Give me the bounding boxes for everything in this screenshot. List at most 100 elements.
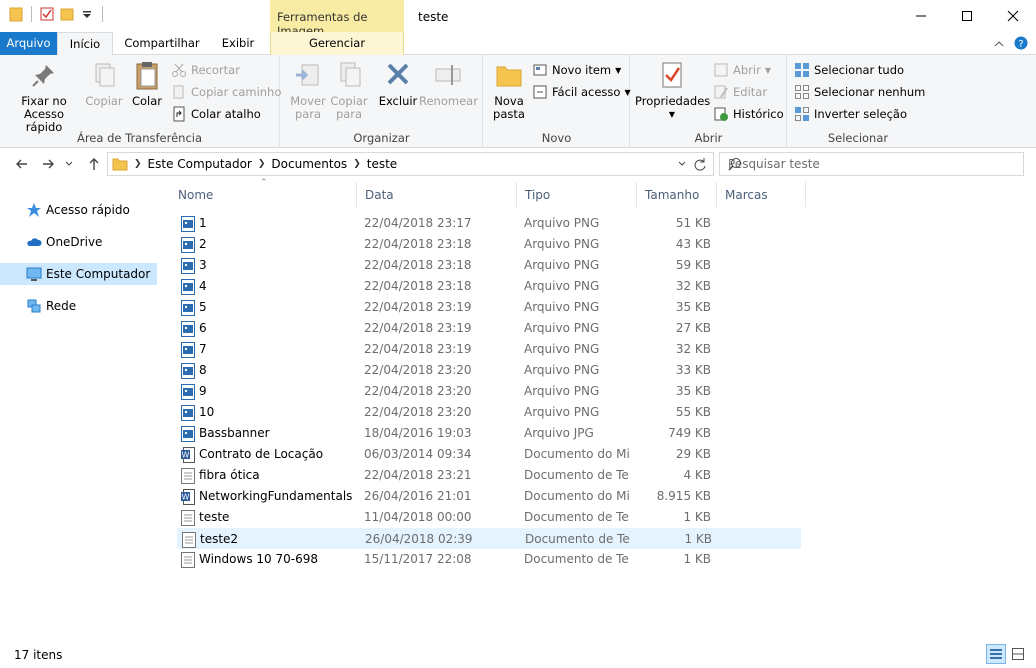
ribbon: Fixar no Acesso rápido Copiar Colar Reco… xyxy=(0,55,1036,148)
move-to-button[interactable]: Mover para xyxy=(286,59,330,121)
back-button[interactable] xyxy=(12,154,32,174)
file-date: 26/04/2018 02:39 xyxy=(365,532,473,546)
table-row[interactable]: teste 11/04/2018 00:00 Documento de Te 1 KB xyxy=(177,507,801,528)
copy-path-button[interactable]: Copiar caminho xyxy=(171,82,281,102)
column-header-nome[interactable]: ⌃ Nome xyxy=(170,178,357,207)
table-row[interactable]: 8 22/04/2018 23:20 Arquivo PNG 33 KB xyxy=(177,360,801,381)
nav-item-acesso-rapido[interactable]: Acesso rápido xyxy=(0,199,157,221)
forward-button[interactable] xyxy=(38,154,58,174)
table-row[interactable]: 4 22/04/2018 23:18 Arquivo PNG 32 KB xyxy=(177,276,801,297)
copy-to-icon xyxy=(333,59,365,91)
cut-button[interactable]: Recortar xyxy=(171,60,240,80)
properties-icon xyxy=(656,59,688,91)
file-date: 22/04/2018 23:20 xyxy=(364,384,472,398)
column-header-data[interactable]: Data xyxy=(357,182,517,207)
column-header-label: Data xyxy=(365,188,394,202)
dropdown-arrow-icon: ▼ xyxy=(764,65,771,75)
paste-button[interactable]: Colar xyxy=(128,59,166,108)
breadcrumb-este-computador[interactable]: Este Computador xyxy=(148,157,252,171)
copy-button[interactable]: Copiar xyxy=(84,59,124,108)
address-bar[interactable]: ❯ Este Computador ❯ Documentos ❯ teste xyxy=(107,152,714,176)
up-button[interactable] xyxy=(84,154,104,174)
tab-exibir[interactable]: Exibir xyxy=(210,32,266,55)
edit-button[interactable]: Editar xyxy=(713,82,767,102)
file-name: Bassbanner xyxy=(199,426,270,440)
select-all-button[interactable]: Selecionar tudo xyxy=(794,60,904,80)
tab-compartilhar[interactable]: Compartilhar xyxy=(117,32,207,55)
image-file-icon xyxy=(181,363,195,379)
nav-item-este-computador[interactable]: Este Computador xyxy=(0,263,157,285)
table-row[interactable]: 7 22/04/2018 23:19 Arquivo PNG 32 KB xyxy=(177,339,801,360)
dropdown-arrow-icon: ▼ xyxy=(615,65,622,75)
recent-locations-button[interactable] xyxy=(62,154,76,174)
table-row[interactable]: 1 22/04/2018 23:17 Arquivo PNG 51 KB xyxy=(177,213,801,234)
file-type: Arquivo PNG xyxy=(524,300,600,314)
details-view-button[interactable] xyxy=(986,644,1006,664)
new-item-icon xyxy=(532,62,548,78)
tab-gerenciar[interactable]: Gerenciar xyxy=(270,32,404,55)
table-row[interactable]: teste2 26/04/2018 02:39 Documento de Te 1 K… xyxy=(177,528,801,549)
copy-path-icon xyxy=(171,84,187,100)
chevron-down-icon xyxy=(65,161,73,166)
maximize-button[interactable] xyxy=(944,0,990,32)
table-row[interactable]: W Contrato de Locação 06/03/2014 09:34 Docu… xyxy=(177,444,801,465)
new-folder-button[interactable]: Nova pasta xyxy=(489,59,529,121)
delete-button[interactable]: Excluir xyxy=(378,59,418,108)
tab-inicio[interactable]: Início xyxy=(57,32,113,56)
table-row[interactable]: fibra ótica 22/04/2018 23:21 Documento de … xyxy=(177,465,801,486)
file-size: 1 KB xyxy=(684,532,712,546)
invert-selection-button[interactable]: Inverter seleção xyxy=(794,104,907,124)
edit-label: Editar xyxy=(733,85,768,99)
rename-icon xyxy=(432,59,464,91)
properties-check-icon[interactable] xyxy=(39,6,55,22)
large-icons-view-button[interactable] xyxy=(1008,644,1028,664)
pin-quick-access-button[interactable]: Fixar no Acesso rápido xyxy=(6,59,82,134)
file-date: 22/04/2018 23:20 xyxy=(364,405,472,419)
column-header-tipo[interactable]: Tipo xyxy=(517,182,637,207)
properties-button[interactable]: Propriedades ▼ xyxy=(635,59,710,121)
breadcrumb-teste[interactable]: teste xyxy=(367,157,397,171)
collapse-ribbon-icon[interactable] xyxy=(994,38,1004,52)
file-date: 22/04/2018 23:17 xyxy=(364,216,472,230)
chevron-right-icon[interactable]: ❯ xyxy=(134,159,142,169)
table-row[interactable]: 2 22/04/2018 23:18 Arquivo PNG 43 KB xyxy=(177,234,801,255)
select-none-button[interactable]: Selecionar nenhum xyxy=(794,82,925,102)
table-row[interactable]: Windows 10 70-698 15/11/2017 22:08 Documen… xyxy=(177,549,801,570)
table-row[interactable]: W NetworkingFundamentals 26/04/2016 21:01 D… xyxy=(177,486,801,507)
search-input[interactable]: Pesquisar teste xyxy=(719,152,1024,176)
new-item-label: Novo item xyxy=(552,63,612,77)
minimize-button[interactable] xyxy=(898,0,944,32)
chevron-right-icon[interactable]: ❯ xyxy=(353,159,361,169)
file-date: 22/04/2018 23:21 xyxy=(364,468,472,482)
history-button[interactable]: Histórico xyxy=(713,104,784,124)
table-row[interactable]: 5 22/04/2018 23:19 Arquivo PNG 35 KB xyxy=(177,297,801,318)
copy-to-button[interactable]: Copiar para xyxy=(329,59,369,121)
scissors-icon xyxy=(171,62,187,78)
open-button[interactable]: Abrir ▼ xyxy=(713,60,771,80)
paste-shortcut-button[interactable]: Colar atalho xyxy=(171,104,261,124)
qat-dropdown-icon[interactable] xyxy=(79,6,95,22)
table-row[interactable]: 10 22/04/2018 23:20 Arquivo PNG 55 KB xyxy=(177,402,801,423)
chevron-right-icon[interactable]: ❯ xyxy=(258,159,266,169)
nav-item-onedrive[interactable]: OneDrive xyxy=(0,231,157,253)
navigation-pane: Acesso rápido OneDrive Este Computador R… xyxy=(0,182,170,642)
new-folder-icon[interactable] xyxy=(59,6,75,22)
close-button[interactable] xyxy=(990,0,1036,32)
table-row[interactable]: Bassbanner 18/04/2016 19:03 Arquivo JPG 749… xyxy=(177,423,801,444)
tab-arquivo[interactable]: Arquivo xyxy=(0,32,57,55)
breadcrumb-documentos[interactable]: Documentos xyxy=(271,157,347,171)
new-item-button[interactable]: Novo item ▼ xyxy=(532,60,621,80)
column-header-marcas[interactable]: Marcas xyxy=(717,182,806,207)
address-dropdown-icon[interactable] xyxy=(677,157,687,174)
rename-button[interactable]: Renomear xyxy=(419,59,478,108)
help-icon[interactable]: ? xyxy=(1014,36,1028,53)
nav-item-rede[interactable]: Rede xyxy=(0,295,157,317)
table-row[interactable]: 3 22/04/2018 23:18 Arquivo PNG 59 KB xyxy=(177,255,801,276)
file-type: Arquivo PNG xyxy=(524,258,600,272)
column-header-tamanho[interactable]: Tamanho xyxy=(637,182,717,207)
image-file-icon xyxy=(181,237,195,253)
table-row[interactable]: 9 22/04/2018 23:20 Arquivo PNG 35 KB xyxy=(177,381,801,402)
easy-access-button[interactable]: Fácil acesso ▼ xyxy=(532,82,631,102)
table-row[interactable]: 6 22/04/2018 23:19 Arquivo PNG 27 KB xyxy=(177,318,801,339)
refresh-icon[interactable] xyxy=(693,157,707,174)
